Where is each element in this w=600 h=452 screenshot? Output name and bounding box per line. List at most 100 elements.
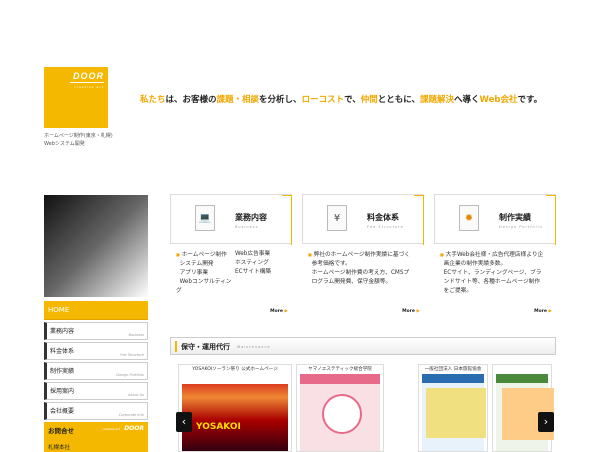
text-line-content: 画企業の制作実績多数。 [443, 261, 507, 267]
nav-home[interactable]: HOME [44, 301, 148, 320]
nav-item-recruit[interactable]: 採用案内 About Us [44, 382, 148, 400]
catch-text: は、お客様の [165, 95, 217, 105]
header-subtitle: ホームページ制作(東京・札幌) Webシステム開発 [44, 132, 134, 148]
list-item-text: Webコンサルティング [176, 279, 232, 294]
nav-item-label: 会社概要 [50, 408, 75, 415]
carousel-prev-button[interactable]: ‹ [176, 412, 192, 432]
text-line: ECサイト、ランディングページ、ブラ [440, 269, 558, 278]
text-line: ホームページ制作費の考え方、CMSプ [308, 269, 426, 278]
list-item-text: ホスティング [235, 260, 269, 266]
yen-icon: ¥ [327, 205, 347, 231]
nav-item-business[interactable]: 業務内容 Business [44, 322, 148, 340]
panel-list-right: Web広告事業 ホスティング ECサイト構築 [235, 250, 294, 296]
carousel-slide[interactable]: ヤマノエステティック総合学院 [296, 364, 384, 452]
nav-item-portfolio[interactable]: 制作実績 Design Portfolio [44, 362, 148, 380]
list-item: システム開発 [176, 260, 235, 269]
list-item-text: システム開発 [179, 261, 214, 267]
contact-brand: DOOR [124, 425, 144, 432]
nav-item-sublabel: Design Portfolio [116, 373, 144, 377]
site-logo[interactable]: DOOR creative act [44, 67, 108, 128]
panel-accent-line [423, 195, 424, 245]
text-line: ンドサイト等、各種ホームページ制作 [440, 278, 558, 287]
carousel-slide[interactable]: 一般社団法人 日本旅館協会 [418, 364, 488, 452]
carousel-slide[interactable] [492, 364, 554, 452]
side-nav: HOME 業務内容 Business 料金体系 Fee Structure 制作… [44, 301, 148, 452]
catchphrase: 私たちは、お客様の課題・相談を分析し、ローコストで、仲間とともに、課題解決へ導く… [140, 93, 542, 105]
text-line-content: 参考価格です。 [311, 261, 351, 267]
text-line: ■ 弊社のホームページ制作実績に基づく [308, 250, 426, 260]
gear-icon: ✹ [459, 205, 479, 231]
panel-business: 💻 業務内容 Business ■ ホームページ制作 システム開発 アプリ事業 … [170, 194, 292, 322]
panel-body: ■ 大手Web会社様・広告代理店様より企 画企業の制作実績多数。 ECサイト、ラ… [440, 250, 558, 296]
catch-highlight: 課題・相談 [216, 95, 260, 105]
panel-title: 料金体系 [367, 213, 399, 222]
more-link[interactable]: More ▶ [270, 309, 288, 314]
panel-header[interactable]: ✹ 制作実績 Design Portfolio [434, 194, 556, 245]
screenshot-map [426, 388, 486, 438]
nav-item-sublabel: Business [128, 333, 144, 337]
carousel-next-button[interactable]: › [538, 412, 554, 432]
text-line-content: ンドサイト等、各種ホームページ制作 [443, 279, 541, 285]
bullet-icon: ■ [176, 252, 180, 257]
logo-text: DOOR [73, 71, 104, 81]
text-line-content: 弊社のホームページ制作実績に基づく [313, 252, 410, 258]
header-subtitle-line2: Webシステム開発 [44, 141, 85, 147]
nav-item-company[interactable]: 会社概要 Corporate Info [44, 402, 148, 420]
screenshot-header [300, 374, 380, 384]
panel-subtitle: Fee Structure [367, 225, 404, 229]
nav-item-sublabel: About Us [128, 393, 144, 397]
header-subtitle-line1: ホームページ制作(東京・札幌) [44, 133, 113, 139]
service-panels: 💻 業務内容 Business ■ ホームページ制作 システム開発 アプリ事業 … [170, 194, 556, 322]
list-item: アプリ事業 [176, 269, 235, 278]
nav-item-sublabel: Fee Structure [120, 353, 144, 357]
panel-accent-tick [414, 195, 424, 196]
text-line: ■ 大手Web会社様・広告代理店様より企 [440, 250, 558, 260]
more-link-label: More [402, 309, 415, 314]
side-banner-image [44, 195, 148, 297]
list-item: ECサイト構築 [235, 268, 294, 277]
text-line-content: ECサイト、ランディングページ、ブラ [443, 270, 542, 276]
panel-title: 制作実績 [499, 213, 531, 222]
section-title: 保守・運用代行 [181, 343, 230, 351]
panel-fees: ¥ 料金体系 Fee Structure ■ 弊社のホームページ制作実績に基づく… [302, 194, 424, 322]
list-item-text: ECサイト構築 [235, 269, 272, 275]
contact-office: 札幌本社 [48, 445, 71, 451]
list-item-text: アプリ事業 [179, 270, 209, 276]
nav-item-fees[interactable]: 料金体系 Fee Structure [44, 342, 148, 360]
carousel-slide[interactable]: YOSAKOIソーラン祭り 公式ホームページ YOSAKOI [178, 364, 292, 452]
more-link[interactable]: More ▶ [402, 309, 420, 314]
more-link[interactable]: More ▶ [534, 309, 552, 314]
nav-item-label: 業務内容 [50, 328, 75, 335]
catch-text: で、 [344, 95, 361, 105]
section-subtitle: Maintenance [237, 345, 271, 349]
contact-banner[interactable]: お問合せ creative act DOOR 札幌本社 [44, 422, 148, 452]
more-link-label: More [534, 309, 547, 314]
more-link-label: More [270, 309, 283, 314]
panel-accent-tick [282, 195, 292, 196]
text-line: ログラム開発費、保守金額等。 [308, 278, 426, 287]
arrow-right-icon: ▶ [548, 309, 552, 314]
slide-caption: 一般社団法人 日本旅館協会 [424, 367, 482, 372]
nav-item-sublabel: Corporate Info [118, 413, 144, 417]
panel-header[interactable]: 💻 業務内容 Business [170, 194, 292, 245]
maintenance-header: 保守・運用代行 Maintenance [170, 337, 556, 355]
catch-highlight: 課題解決 [420, 95, 455, 105]
logo-divider [70, 82, 104, 83]
list-item: ■ ホームページ制作 [176, 250, 235, 260]
list-item: Web広告事業 [235, 250, 294, 259]
portfolio-carousel: YOSAKOIソーラン祭り 公式ホームページ YOSAKOI ヤマノエステティッ… [172, 364, 556, 452]
panel-list-left: ■ ホームページ制作 システム開発 アプリ事業 Webコンサルティング [176, 250, 235, 296]
contact-brand-sub: creative act [102, 427, 120, 431]
slide-caption: YOSAKOIソーラン祭り 公式ホームページ [192, 367, 278, 372]
list-item: Webコンサルティング [176, 278, 235, 296]
nav-item-label: 採用案内 [50, 388, 75, 395]
text-line-content: をご提案。 [443, 288, 473, 294]
panel-accent-line [555, 195, 556, 245]
panel-header[interactable]: ¥ 料金体系 Fee Structure [302, 194, 424, 245]
panel-portfolio: ✹ 制作実績 Design Portfolio ■ 大手Web会社様・広告代理店… [434, 194, 556, 322]
slide-caption [493, 365, 551, 373]
slide-screenshot: YOSAKOI [182, 374, 288, 451]
list-item: ホスティング [235, 259, 294, 268]
bullet-icon: ■ [440, 252, 444, 257]
arrow-right-icon: ▶ [284, 309, 288, 314]
